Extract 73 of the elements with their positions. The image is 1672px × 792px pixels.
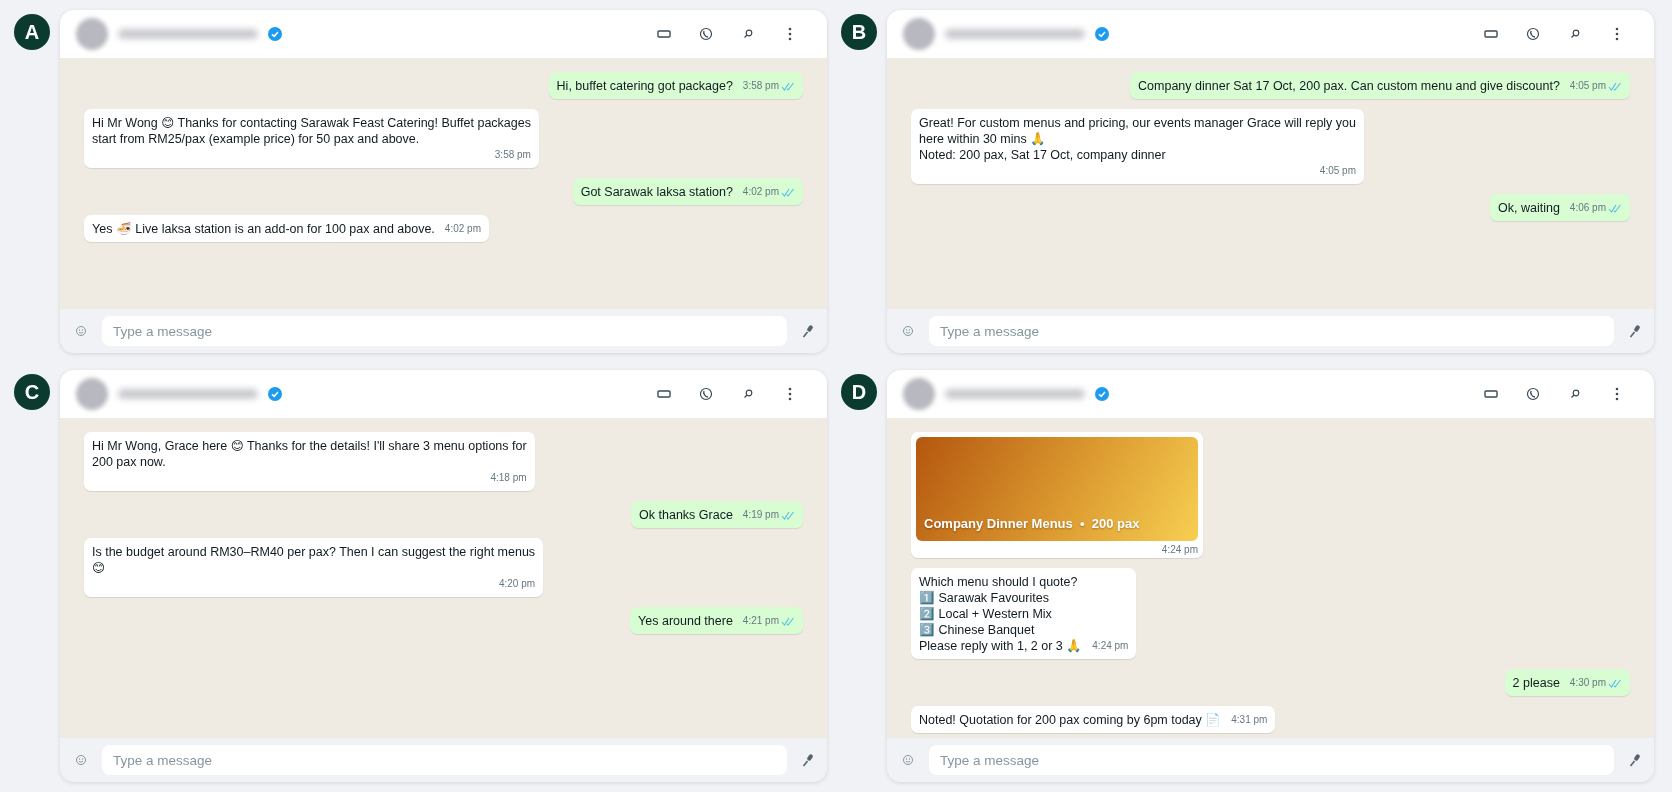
phone-icon[interactable] [699,387,713,401]
message-time: 4:18 pm [490,471,527,485]
message-text: Great! For custom menus and pricing, our events manager Grace will reply you here within 30 mins 🙏 Noted: 200 pax, Sat 17 Oct, company dinner [919,115,1356,163]
microphone-icon[interactable] [1628,324,1642,338]
message-text: Noted! Quotation for 200 pax coming by 6pm today 📄 [919,712,1222,728]
search-icon[interactable] [743,29,753,39]
message-text: Ok, waiting [1498,200,1560,216]
message-time: 4:31 pm [1231,713,1268,727]
phone-icon[interactable] [1526,27,1540,41]
message-time: 4:06 pm [1569,201,1606,215]
double-check-icon [1608,203,1622,213]
search-icon[interactable] [1570,389,1580,399]
panel-label: B [841,14,877,50]
message-input[interactable]: Type a message [929,316,1614,346]
microphone-icon[interactable] [801,753,815,767]
panel-label: C [14,374,50,410]
panel-label: A [14,14,50,50]
message-time: 4:30 pm [1569,676,1606,690]
search-icon[interactable] [743,389,753,399]
avatar [903,18,935,50]
phone-icon[interactable] [699,27,713,41]
double-check-icon [781,510,795,520]
video-call-icon[interactable] [1484,29,1498,39]
message-text: Hi Mr Wong 😊 Thanks for contacting Sarawak Feast Catering! Buffet packages start from RM25/pax (example price) for 50 pax and above. [92,115,531,147]
message-text: Ok thanks Grace [639,507,733,523]
double-check-icon [1608,81,1622,91]
message-time: 4:21 pm [742,614,779,628]
message-text: Yes around there [638,613,733,629]
double-check-icon [781,616,795,626]
verified-icon [1095,387,1109,401]
message-input[interactable]: Type a message [102,745,787,775]
verified-icon [268,387,282,401]
message-text: Yes 🍜 Live laksa station is an add-on for 100 pax and above. [92,221,435,237]
video-call-icon[interactable] [1484,389,1498,399]
menu-icon[interactable] [1615,387,1619,401]
message-text: Company dinner Sat 17 Oct, 200 pax. Can custom menu and give discount? [1138,78,1560,94]
message-time: 4:05 pm [1569,79,1606,93]
message-time: 4:24 pm [1092,639,1129,653]
microphone-icon[interactable] [801,324,815,338]
message-time: 4:05 pm [1319,164,1356,178]
avatar [76,378,108,410]
microphone-icon[interactable] [1628,753,1642,767]
video-call-icon[interactable] [657,389,671,399]
video-call-icon[interactable] [657,29,671,39]
phone-icon[interactable] [1526,387,1540,401]
menu-icon[interactable] [1615,27,1619,41]
message-time: 4:24 pm [1161,544,1198,555]
message-time: 4:19 pm [742,508,779,522]
message-time: 3:58 pm [494,148,531,162]
panel-label: D [841,374,877,410]
message-input[interactable]: Type a message [929,745,1614,775]
message-text: Which menu should I quote? 1⃣ Sarawak Favourites 2⃣ Local + Western Mix 3⃣ Chinese Banquet Please reply with 1, 2 or 3 🙏 [919,574,1083,654]
avatar [76,18,108,50]
message-text: Got Sarawak laksa station? [580,184,733,200]
avatar [903,378,935,410]
message-time: 4:20 pm [498,577,536,591]
double-check-icon [781,187,795,197]
double-check-icon [781,81,795,91]
verified-icon [268,27,282,41]
verified-icon [1095,27,1109,41]
message-time: 4:02 pm [444,222,481,236]
message-text: Hi, buffet catering got package? [556,78,733,94]
double-check-icon [1608,678,1622,688]
menu-icon[interactable] [788,27,792,41]
message-time: 4:02 pm [742,185,779,199]
banner-caption: Company Dinner Menus • 200 pax [924,516,1140,531]
message-time: 3:58 pm [742,79,779,93]
message-text: Hi Mr Wong, Grace here 😊 Thanks for the details! I'll share 3 menu options for 200 pax now. [92,438,527,470]
message-text: Is the budget around RM30–RM40 per pax? Then I can suggest the right menus 😊 [92,544,536,576]
message-text: 2 please [1512,675,1560,691]
menu-icon[interactable] [788,387,792,401]
search-icon[interactable] [1570,29,1580,39]
message-input[interactable]: Type a message [102,316,787,346]
